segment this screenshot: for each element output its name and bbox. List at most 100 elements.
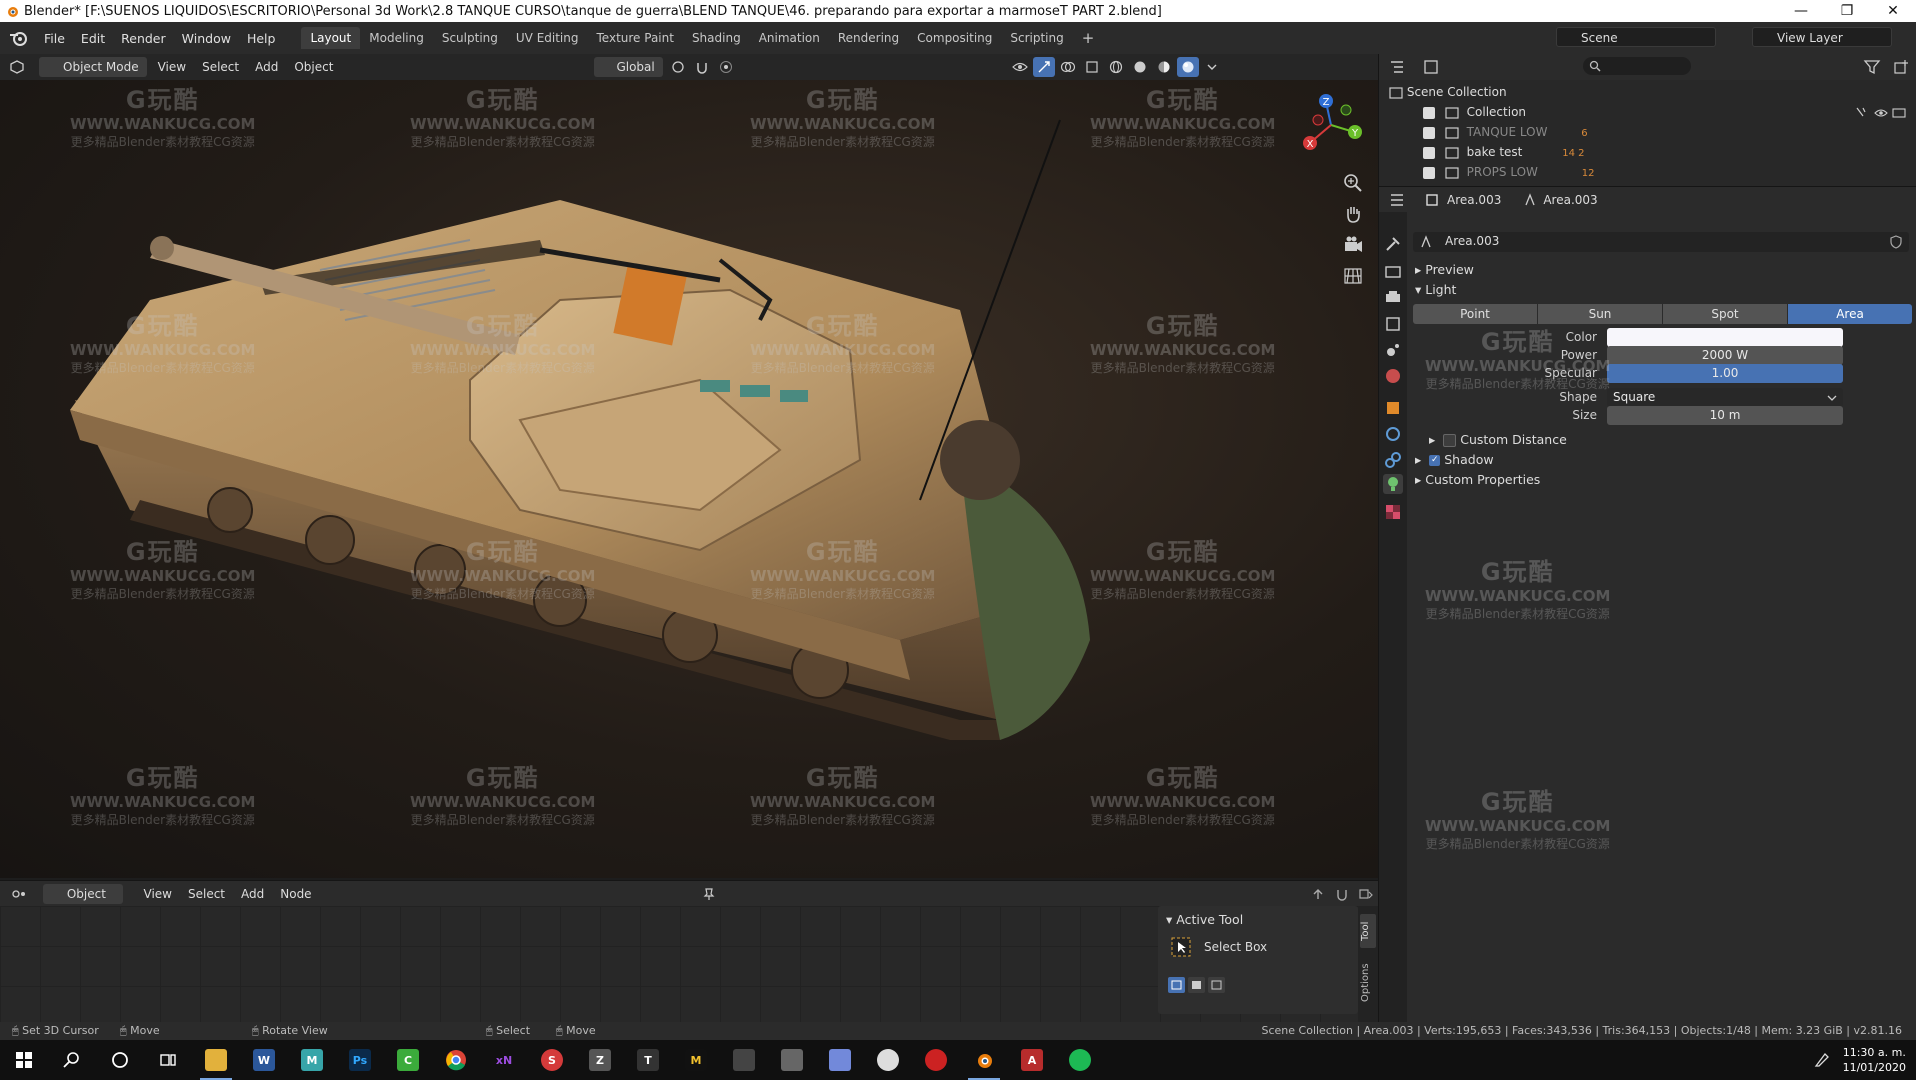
custom-distance-section[interactable]: ▸ Custom Distance	[1429, 432, 1567, 447]
sidebar-tab-tool[interactable]: Tool	[1360, 914, 1376, 948]
taskbar-file-explorer[interactable]	[192, 1040, 240, 1080]
minimize-button[interactable]: —	[1778, 3, 1824, 19]
taskbar-word[interactable]: W	[240, 1040, 288, 1080]
mode-dropdown[interactable]: Object Mode	[39, 57, 147, 77]
maximize-button[interactable]: ❐	[1824, 3, 1870, 19]
node-menu-select[interactable]: Select	[180, 884, 233, 904]
tool-tab-icon[interactable]	[1383, 234, 1403, 254]
pan-hand-icon[interactable]	[1342, 203, 1364, 225]
gizmo-toggle-icon[interactable]	[1032, 57, 1055, 77]
outliner-row-tanque-low[interactable]: TANQUE LOW 6	[1423, 122, 1913, 142]
editor-type-icon[interactable]	[6, 57, 28, 77]
exclude-checkbox[interactable]	[1423, 106, 1435, 119]
taskbar-discord[interactable]	[816, 1040, 864, 1080]
start-button[interactable]	[0, 1040, 48, 1080]
light-type-spot[interactable]: Spot	[1663, 304, 1787, 324]
menu-help[interactable]: Help	[239, 31, 284, 46]
texture-tab-icon[interactable]	[1383, 502, 1403, 522]
tab-uv-editing[interactable]: UV Editing	[507, 27, 588, 49]
taskbar-affinity[interactable]: A	[1008, 1040, 1056, 1080]
proportional-edit-icon[interactable]	[715, 57, 737, 77]
taskbar-task-view[interactable]	[144, 1040, 192, 1080]
active-tool-title[interactable]: ▾ Active Tool	[1166, 912, 1243, 927]
fake-user-shield-icon[interactable]	[1889, 235, 1903, 249]
tab-compositing[interactable]: Compositing	[908, 27, 1001, 49]
node-object-dropdown[interactable]: Object	[42, 884, 123, 904]
outliner-row-props-low[interactable]: PROPS LOW 12	[1423, 162, 1913, 182]
menu-file[interactable]: File	[36, 31, 73, 46]
row-visibility-icons[interactable]	[1855, 102, 1909, 122]
pivot-icon[interactable]	[667, 57, 689, 77]
taskbar-spotify[interactable]	[1056, 1040, 1104, 1080]
viewport-menu-add[interactable]: Add	[247, 57, 286, 77]
outliner-editor-icon[interactable]	[1389, 59, 1411, 75]
zoom-icon[interactable]	[1342, 172, 1364, 194]
clock[interactable]: 11:30 a. m. 11/01/2020	[1843, 1045, 1906, 1075]
taskbar-substance[interactable]: S	[528, 1040, 576, 1080]
size-field[interactable]: 10 m	[1607, 406, 1843, 425]
light-type-point[interactable]: Point	[1413, 304, 1537, 324]
outliner-row-collection[interactable]: Collection	[1423, 102, 1913, 122]
custom-properties-section[interactable]: ▸ Custom Properties	[1415, 472, 1540, 487]
view-layer-tab-icon[interactable]	[1383, 314, 1403, 334]
tab-modeling[interactable]: Modeling	[360, 27, 433, 49]
3d-viewport[interactable]: G玩酷 WWW.WANKUCG.COM 更多精品Blender素材教程CG资源 G玩…	[0, 80, 1378, 878]
selection-mode-icons[interactable]	[1168, 976, 1228, 994]
pin-icon[interactable]	[698, 884, 720, 904]
light-section[interactable]: ▾ Light	[1415, 282, 1456, 297]
tab-sculpting[interactable]: Sculpting	[433, 27, 507, 49]
scene-selector[interactable]: Scene	[1556, 27, 1716, 47]
solid-shading-icon[interactable]	[1129, 57, 1151, 77]
taskbar-camtasia[interactable]: C	[384, 1040, 432, 1080]
preview-section[interactable]: ▸ Preview	[1415, 262, 1474, 277]
xray-icon[interactable]	[1081, 57, 1103, 77]
taskbar-zbrush[interactable]: Z	[576, 1040, 624, 1080]
power-field[interactable]: 2000 W	[1607, 346, 1843, 365]
light-type-sun[interactable]: Sun	[1538, 304, 1662, 324]
shadow-section[interactable]: ▸ ✓ Shadow	[1415, 452, 1494, 467]
node-menu-add[interactable]: Add	[233, 884, 272, 904]
outliner-row-bake-test[interactable]: bake test 14 2	[1423, 142, 1913, 162]
filter-icon[interactable]	[1863, 59, 1885, 75]
rendered-shading-icon[interactable]	[1176, 57, 1199, 77]
taskbar-app-shield[interactable]	[720, 1040, 768, 1080]
menu-render[interactable]: Render	[113, 31, 174, 46]
scene-collection-row[interactable]: Scene Collection	[1389, 82, 1507, 102]
material-shading-icon[interactable]	[1153, 57, 1175, 77]
tab-scripting[interactable]: Scripting	[1001, 27, 1072, 49]
parent-node-icon[interactable]	[1307, 884, 1329, 904]
taskbar-photoshop[interactable]: Ps	[336, 1040, 384, 1080]
taskbar-blender[interactable]	[960, 1040, 1008, 1080]
visibility-icon[interactable]	[1009, 57, 1031, 77]
taskbar-xnormal[interactable]: xN	[480, 1040, 528, 1080]
display-mode-icon[interactable]	[1423, 59, 1445, 75]
node-editor-type-icon[interactable]	[8, 884, 30, 904]
tab-animation[interactable]: Animation	[750, 27, 829, 49]
light-type-area[interactable]: Area	[1788, 304, 1912, 324]
blender-menu-icon[interactable]	[8, 29, 30, 47]
shape-dropdown[interactable]: Square	[1607, 388, 1843, 407]
light-data-tab-icon[interactable]	[1383, 474, 1403, 494]
view-layer-selector[interactable]: View Layer	[1752, 27, 1892, 47]
camera-view-icon[interactable]	[1342, 234, 1364, 256]
taskbar-app-pin[interactable]	[864, 1040, 912, 1080]
tab-texture-paint[interactable]: Texture Paint	[588, 27, 683, 49]
sidebar-tab-options[interactable]: Options	[1360, 958, 1376, 1008]
perspective-toggle-icon[interactable]	[1342, 265, 1364, 287]
wireframe-shading-icon[interactable]	[1105, 57, 1127, 77]
object-tab-icon[interactable]	[1383, 398, 1403, 418]
taskbar-cortana[interactable]	[96, 1040, 144, 1080]
outliner-search-input[interactable]	[1583, 57, 1691, 75]
taskbar-app-camera[interactable]	[768, 1040, 816, 1080]
shading-options-icon[interactable]	[1201, 57, 1223, 77]
output-tab-icon[interactable]	[1383, 288, 1403, 308]
viewport-menu-select[interactable]: Select	[194, 57, 247, 77]
add-workspace-button[interactable]: +	[1073, 25, 1104, 51]
navigation-gizmo[interactable]: Z Y X	[1296, 90, 1366, 160]
shadow-checkbox[interactable]: ✓	[1429, 455, 1441, 466]
taskbar-chrome[interactable]	[432, 1040, 480, 1080]
snap-icon[interactable]	[691, 57, 713, 77]
viewport-menu-view[interactable]: View	[150, 57, 194, 77]
color-swatch[interactable]	[1607, 328, 1843, 347]
world-tab-icon[interactable]	[1383, 366, 1403, 386]
